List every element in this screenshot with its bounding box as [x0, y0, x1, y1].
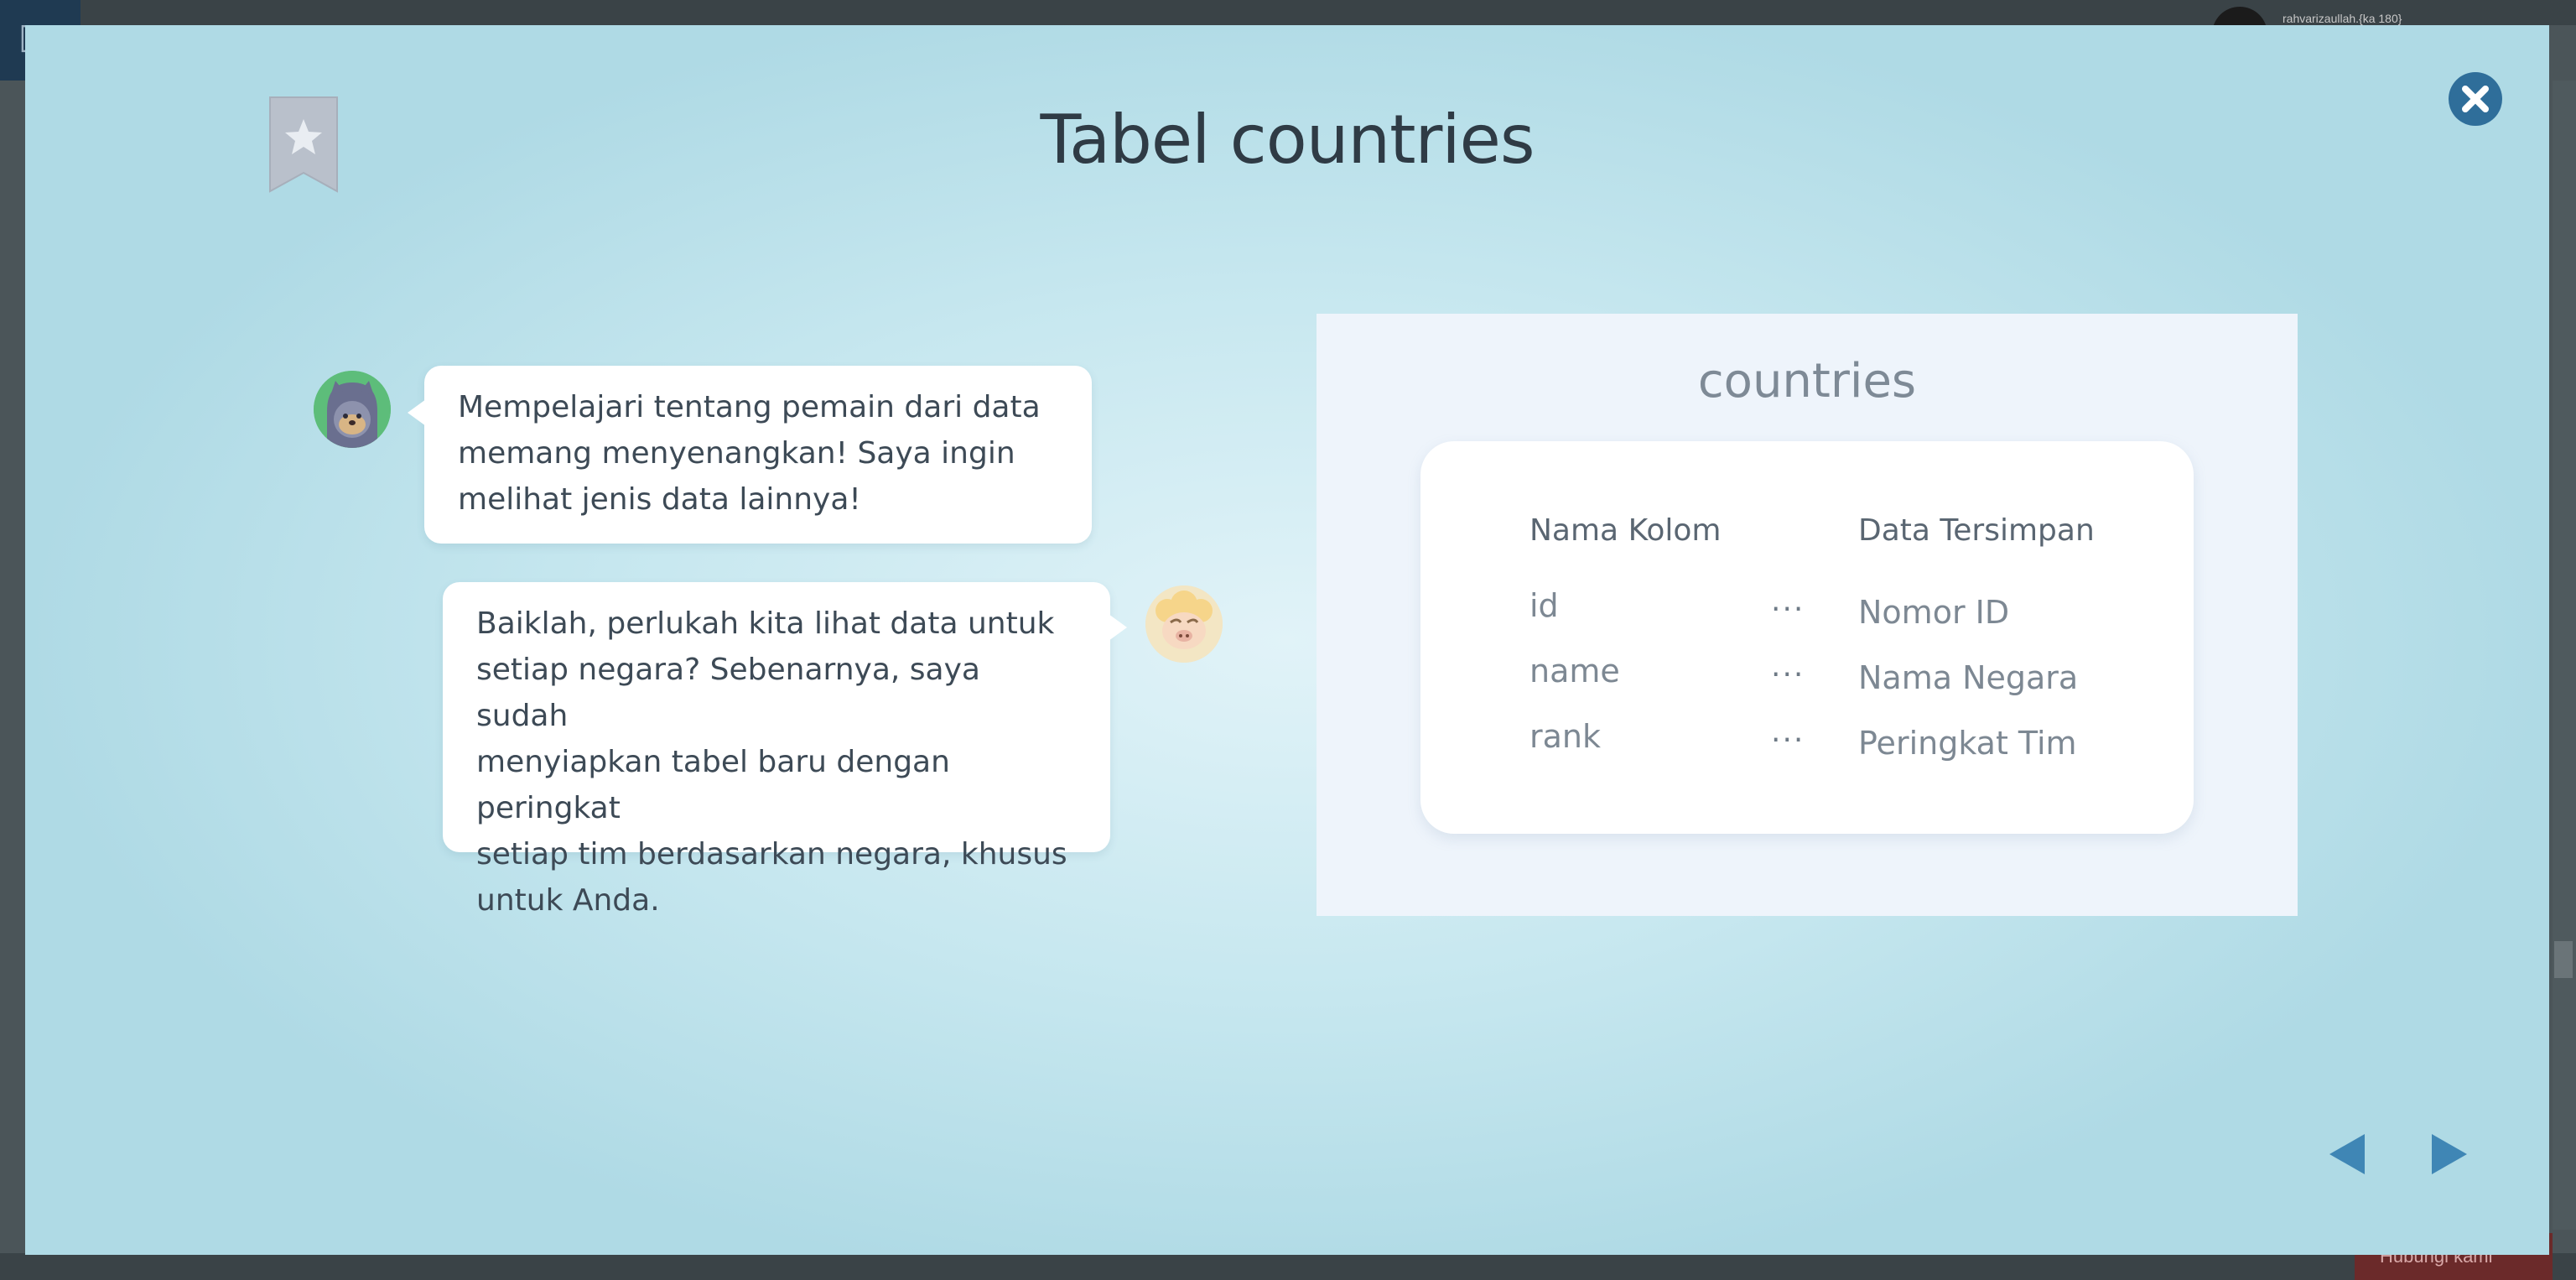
- table-row-name: rank: [1530, 718, 1601, 755]
- chat-line: setiap negara? Sebenarnya, saya sudah: [476, 653, 980, 733]
- background-scroll-thumb: [2554, 941, 2573, 978]
- table-title: countries: [1697, 354, 1917, 408]
- chat-line: untuk Anda.: [476, 883, 660, 918]
- table-row-separator: ···: [1771, 658, 1805, 692]
- table-row-value: Nama Negara: [1858, 659, 2079, 696]
- lesson-modal: Tabel countries Mempelajari tentang pema…: [25, 25, 2549, 1255]
- background-top-bar: [0, 0, 2576, 25]
- sheep-avatar-icon: [1145, 585, 1223, 663]
- modal-title: Tabel countries: [1040, 101, 1535, 179]
- next-button[interactable]: [2428, 1131, 2470, 1178]
- background-scrollbar: [2553, 81, 2576, 1230]
- chat-bubble-cat: Mempelajari tentang pemain dari data mem…: [408, 366, 1092, 544]
- triangle-right-icon: [2432, 1134, 2467, 1174]
- close-button[interactable]: [2449, 72, 2502, 126]
- chat-line: memang menyenangkan! Saya ingin: [458, 436, 1015, 471]
- user-name: rahvarizaullah.{ka 180}: [2283, 12, 2402, 25]
- table-row-name: id: [1530, 587, 1559, 624]
- column-header-data: Data Tersimpan: [1858, 513, 2095, 548]
- table-row-separator: ···: [1771, 723, 1805, 757]
- previous-button[interactable]: [2326, 1131, 2368, 1178]
- table-card: Nama Kolom Data Tersimpan id ··· Nomor I…: [1420, 441, 2194, 834]
- table-row-name: name: [1530, 653, 1620, 689]
- chat-line: menyiapkan tabel baru dengan peringkat: [476, 745, 950, 825]
- table-row-value: Nomor ID: [1858, 594, 2010, 631]
- chat-line: Baiklah, perlukah kita lihat data untuk: [476, 606, 1055, 641]
- cat-avatar-icon: [314, 371, 391, 448]
- chat-line: Mempelajari tentang pemain dari data: [458, 390, 1041, 424]
- table-row-separator: ···: [1771, 592, 1805, 627]
- background-bottom-bar: [0, 1253, 2576, 1280]
- table-row-value: Peringkat Tim: [1858, 725, 2077, 762]
- table-panel: countries Nama Kolom Data Tersimpan id ·…: [1317, 314, 2298, 916]
- chat-bubble-sheep: Baiklah, perlukah kita lihat data untuk …: [443, 582, 1127, 918]
- chat-line: melihat jenis data lainnya!: [458, 482, 861, 517]
- close-icon: [2462, 86, 2489, 112]
- column-header-name: Nama Kolom: [1530, 513, 1722, 548]
- chat-line: setiap tim berdasarkan negara, khusus: [476, 837, 1067, 872]
- triangle-left-icon: [2329, 1134, 2365, 1174]
